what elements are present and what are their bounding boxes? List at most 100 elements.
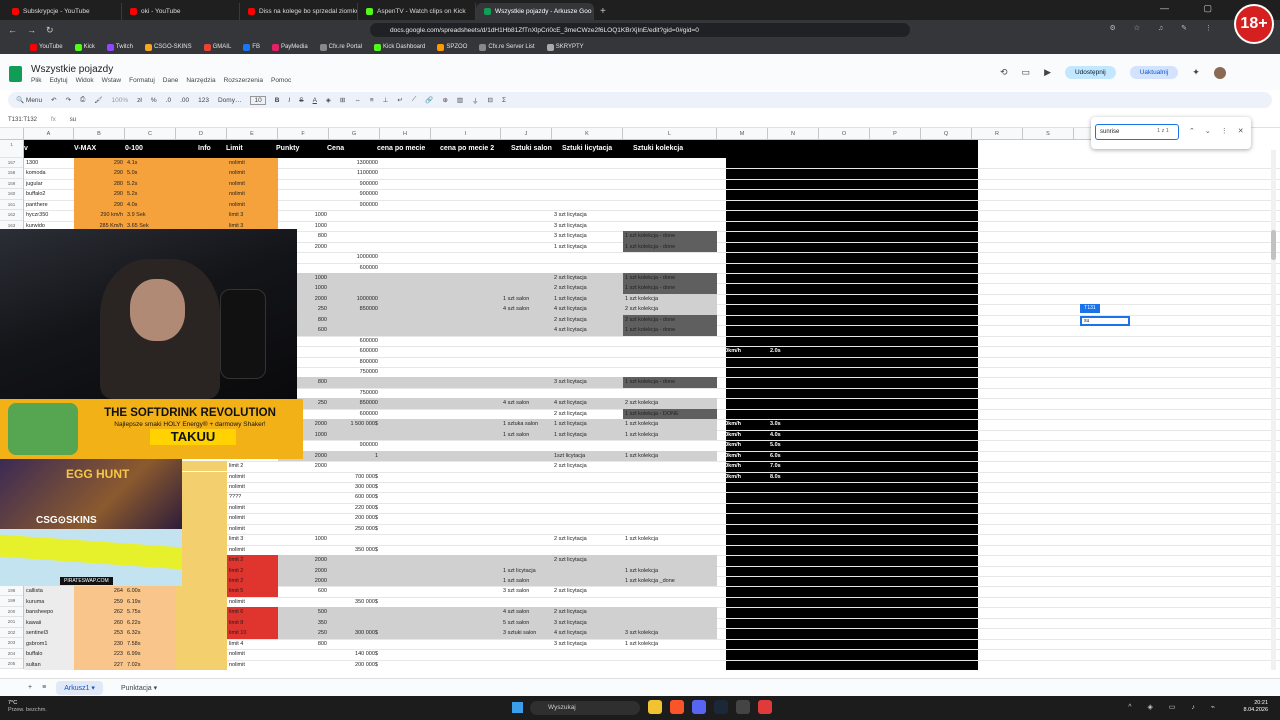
cell-e[interactable]: limit 5 xyxy=(227,586,278,597)
forward-icon[interactable]: → xyxy=(27,25,36,35)
row-number[interactable]: 160 xyxy=(0,189,23,200)
cell-c[interactable]: 5.2s xyxy=(125,189,176,200)
column-header[interactable]: N xyxy=(768,128,819,139)
cell-k[interactable]: 2 szt licytacja xyxy=(552,607,623,617)
cell-a[interactable]: kuruma xyxy=(24,596,74,608)
cell-a[interactable]: komoda xyxy=(24,168,74,178)
cell-n[interactable]: 6.0s xyxy=(768,451,819,461)
column-header[interactable]: L xyxy=(623,128,717,139)
history-icon[interactable]: ⟲ xyxy=(1000,67,1008,78)
new-tab-icon[interactable]: + xyxy=(600,6,606,17)
cell-e[interactable]: limit 8 xyxy=(227,617,278,629)
cell-g[interactable]: 1300000 xyxy=(329,158,380,168)
cell-l[interactable]: 1 szt kolekcja - done xyxy=(623,283,717,294)
vertical-scrollbar[interactable] xyxy=(1271,150,1276,670)
sheets-logo-icon[interactable] xyxy=(9,66,22,82)
cell-b[interactable]: 280 xyxy=(74,178,125,190)
cell-g[interactable]: 1100000 xyxy=(329,168,380,178)
column-header[interactable]: A xyxy=(24,128,74,139)
cell-d[interactable] xyxy=(176,638,227,650)
cell-g[interactable]: 600 000$ xyxy=(329,492,380,502)
cell-l[interactable]: 1 szt kolekcja - done xyxy=(623,325,717,336)
cell-m[interactable]: 260km/h xyxy=(717,451,768,461)
search-menu-button[interactable]: 🔍 Menu xyxy=(16,96,42,104)
comment-icon[interactable]: ▭ xyxy=(1022,67,1031,78)
cell-c[interactable]: 6.32s xyxy=(125,628,176,639)
steam-icon[interactable] xyxy=(714,700,728,714)
cell-k[interactable]: 1szt licytacja xyxy=(552,451,623,461)
cell-c[interactable]: 5.0s xyxy=(125,168,176,179)
cell-l[interactable]: 1 szt kolekcja xyxy=(623,566,717,576)
cell-l[interactable]: 1 szt kolekcja - done xyxy=(623,241,717,253)
url-field[interactable]: docs.google.com/spreadsheets/d/1dH1Hb81Z… xyxy=(370,23,910,37)
bold-button[interactable]: B xyxy=(275,97,280,104)
cell-k[interactable]: 1 szt licytacja xyxy=(552,242,623,252)
cell-b[interactable]: 230 xyxy=(74,638,125,650)
cell-g[interactable]: 600000 xyxy=(329,409,380,419)
sheet-tab-punktacja[interactable]: Punktacja ▾ xyxy=(113,681,165,695)
cell-g[interactable]: 750000 xyxy=(329,367,380,377)
cell-g[interactable]: 600000 xyxy=(329,336,380,346)
cell-j[interactable]: 5 szt salon xyxy=(501,618,552,628)
cell-f[interactable]: 500 xyxy=(278,607,329,617)
cell-k[interactable]: 4 szt licytacja xyxy=(552,398,623,408)
currency-button[interactable]: zł xyxy=(137,97,142,104)
row-number[interactable]: 205 xyxy=(0,659,23,670)
meet-icon[interactable]: ▶ xyxy=(1044,67,1051,78)
wrap-icon[interactable]: ↵ xyxy=(397,96,402,104)
column-header[interactable]: G xyxy=(329,128,380,139)
cell-k[interactable]: 1 szt licytacja xyxy=(552,419,623,429)
cell-l[interactable]: 1 szt kolekcja xyxy=(623,294,717,304)
cell-k[interactable]: 2 szt licytacja xyxy=(552,409,623,419)
cell-m[interactable]: 290km/h xyxy=(717,440,768,450)
cell-b[interactable]: 290 xyxy=(74,168,125,179)
cell-j[interactable]: 1 sztuka salon xyxy=(501,419,552,429)
cell-l[interactable]: 1 szt kolekcja xyxy=(623,451,717,461)
cell-a[interactable]: kawaii xyxy=(24,617,74,629)
formula-input[interactable]: su xyxy=(70,117,76,123)
link-icon[interactable]: 🔗 xyxy=(425,96,433,104)
clock[interactable]: 20:21 8.04.2026 xyxy=(1244,700,1268,714)
cell-l[interactable]: 1 szt kolekcja xyxy=(623,430,717,440)
cell-c[interactable]: 5.75s xyxy=(125,607,176,618)
cell-l[interactable]: 1 szt kolekcja - done xyxy=(623,231,717,242)
cell-n[interactable]: 8.0s xyxy=(768,472,819,482)
menu-item[interactable]: Rozszerzenia xyxy=(224,77,263,84)
cell-d[interactable] xyxy=(176,178,227,190)
align-icon[interactable]: ≡ xyxy=(370,97,374,104)
cell-n[interactable]: 3.0s xyxy=(768,419,819,429)
cell-g[interactable]: 600000 xyxy=(329,263,380,273)
cell-g[interactable]: 900000 xyxy=(329,189,380,199)
cell-c[interactable]: 4.0s xyxy=(125,199,176,211)
cell-a[interactable]: hyczr350 xyxy=(24,210,74,220)
cell-c[interactable]: 7.02s xyxy=(125,659,176,670)
doc-title[interactable]: Wszystkie pojazdy xyxy=(31,64,113,75)
column-header[interactable]: D xyxy=(176,128,227,139)
cell-j[interactable]: 3 sztuki salon xyxy=(501,628,552,638)
cell-d[interactable] xyxy=(176,617,227,629)
cell-a[interactable]: bansheepo xyxy=(24,607,74,618)
cell-d[interactable] xyxy=(176,189,227,200)
cell-l[interactable]: 3 szt kolekcja xyxy=(623,628,717,638)
cell-j[interactable]: 1 szt salon xyxy=(501,430,552,440)
browser-tab[interactable]: Wszystkie pojazdy - Arkusze Goo xyxy=(476,3,594,20)
cell-k[interactable]: 2 szt licytacja xyxy=(552,315,623,325)
font-size-field[interactable]: 10 xyxy=(250,95,266,105)
menu-item[interactable]: Plik xyxy=(31,77,41,84)
all-sheets-icon[interactable]: ≡ xyxy=(42,684,46,691)
bookmark-item[interactable]: CSGO-SKINS xyxy=(144,43,192,51)
cell-g[interactable]: 350 000$ xyxy=(329,597,380,607)
cell-b[interactable]: 262 xyxy=(74,607,125,618)
cell-g[interactable]: 900000 xyxy=(329,179,380,189)
cell-c[interactable]: 6.19s xyxy=(125,596,176,608)
cell-m[interactable]: 200km/h xyxy=(717,472,768,482)
cell-g[interactable]: 1 500 000$ xyxy=(329,419,380,429)
cell-k[interactable]: 3 szt licytacja xyxy=(552,231,623,241)
cell-k[interactable]: 4 szt licytacja xyxy=(552,628,623,638)
cell-g[interactable]: 850000 xyxy=(329,304,380,314)
row-number[interactable]: 200 xyxy=(0,607,23,618)
cell-j[interactable]: 1 szt salon xyxy=(501,294,552,304)
cell-k[interactable]: 4 szt licytacja xyxy=(552,325,623,335)
upgrade-button[interactable]: Uaktualnij xyxy=(1129,66,1179,79)
row-number[interactable]: 157 xyxy=(0,158,23,169)
